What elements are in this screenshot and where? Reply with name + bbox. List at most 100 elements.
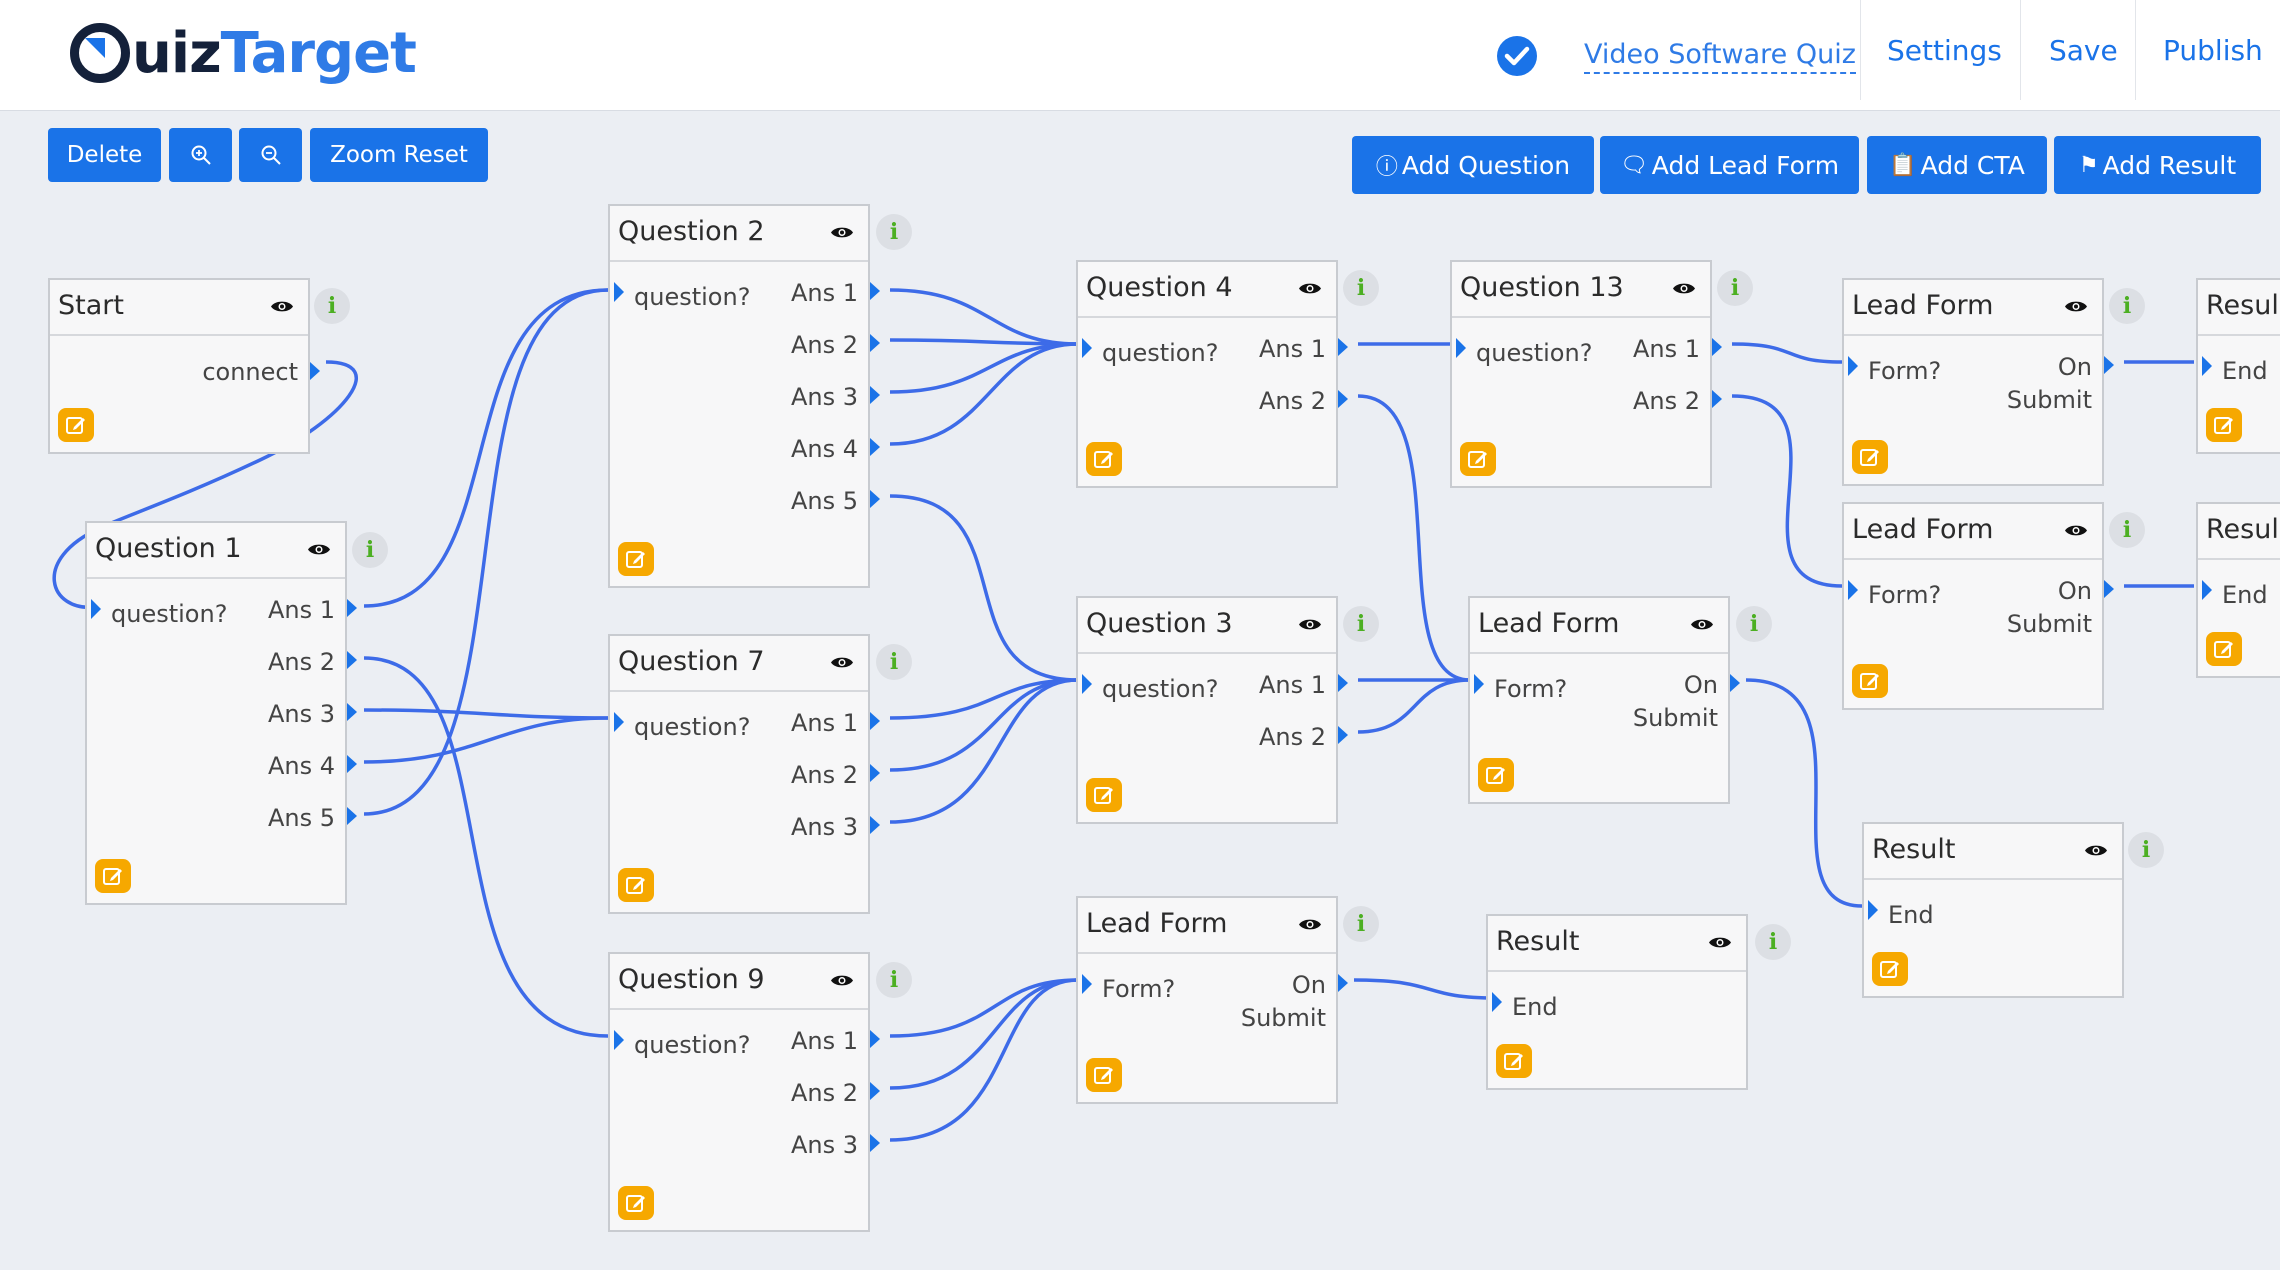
input-port[interactable]: [614, 282, 624, 302]
result-node-partial[interactable]: Resul End: [2196, 502, 2280, 678]
output-port[interactable]: [1338, 338, 1348, 356]
delete-button[interactable]: Delete: [48, 128, 161, 182]
eye-icon[interactable]: [1298, 917, 1322, 932]
eye-icon[interactable]: [2064, 299, 2088, 314]
output-port[interactable]: [870, 764, 880, 782]
add-result-button[interactable]: ⚑ Add Result: [2054, 136, 2261, 194]
zoom-out-button[interactable]: [239, 128, 302, 182]
lead-form-node[interactable]: Lead Form Form? On Submit: [1076, 896, 1348, 1104]
add-lead-form-button[interactable]: 🗨 Add Lead Form: [1600, 136, 1859, 194]
input-port[interactable]: [1868, 900, 1878, 920]
info-icon[interactable]: i: [876, 214, 912, 250]
start-node[interactable]: Start connect: [48, 278, 320, 454]
add-cta-button[interactable]: 📋 Add CTA: [1867, 136, 2047, 194]
question-3-node[interactable]: Question 3 question? Ans 1 Ans 2: [1076, 596, 1348, 824]
publish-link[interactable]: Publish: [2163, 34, 2263, 67]
edit-icon[interactable]: [618, 1186, 654, 1220]
output-port[interactable]: [870, 816, 880, 834]
eye-icon[interactable]: [1298, 281, 1322, 296]
output-port[interactable]: [870, 386, 880, 404]
eye-icon[interactable]: [307, 542, 331, 557]
info-icon[interactable]: i: [352, 532, 388, 568]
question-7-node[interactable]: Question 7 question? Ans 1 Ans 2 Ans 3: [608, 634, 880, 914]
output-port[interactable]: [347, 599, 357, 617]
edit-icon[interactable]: [95, 859, 131, 893]
input-port[interactable]: [91, 599, 101, 619]
input-port[interactable]: [1082, 974, 1092, 994]
eye-icon[interactable]: [830, 225, 854, 240]
edit-icon[interactable]: [1478, 758, 1514, 792]
eye-icon[interactable]: [830, 655, 854, 670]
edit-icon[interactable]: [58, 408, 94, 442]
edit-icon[interactable]: [618, 868, 654, 902]
question-4-node[interactable]: Question 4 question? Ans 1 Ans 2: [1076, 260, 1348, 488]
info-icon[interactable]: i: [1755, 924, 1791, 960]
info-icon[interactable]: i: [1343, 906, 1379, 942]
add-question-button[interactable]: ⓘ Add Question: [1352, 136, 1594, 194]
edit-icon[interactable]: [1496, 1044, 1532, 1078]
question-2-node[interactable]: Question 2 question? Ans 1 Ans 2 Ans 3 A…: [608, 204, 880, 588]
output-port[interactable]: [1712, 338, 1722, 356]
quiz-name-link[interactable]: Video Software Quiz: [1584, 38, 1856, 74]
question-1-node[interactable]: Question 1 question? Ans 1 Ans 2 Ans 3 A…: [85, 521, 357, 905]
info-icon[interactable]: i: [876, 644, 912, 680]
edit-icon[interactable]: [1852, 440, 1888, 474]
eye-icon[interactable]: [1690, 617, 1714, 632]
eye-icon[interactable]: [1298, 617, 1322, 632]
info-icon[interactable]: i: [876, 962, 912, 998]
output-port[interactable]: [870, 712, 880, 730]
input-port[interactable]: [2202, 580, 2212, 600]
input-port[interactable]: [1456, 338, 1466, 358]
edit-icon[interactable]: [1872, 952, 1908, 986]
eye-icon[interactable]: [2084, 843, 2108, 858]
eye-icon[interactable]: [270, 299, 294, 314]
eye-icon[interactable]: [1708, 935, 1732, 950]
info-icon[interactable]: i: [1717, 270, 1753, 306]
settings-link[interactable]: Settings: [1887, 34, 2002, 67]
quiztarget-logo[interactable]: uiz Target: [70, 18, 417, 88]
input-port[interactable]: [1848, 580, 1858, 600]
edit-icon[interactable]: [1460, 442, 1496, 476]
info-icon[interactable]: i: [1343, 606, 1379, 642]
output-port[interactable]: [2104, 356, 2114, 374]
edit-icon[interactable]: [1086, 778, 1122, 812]
output-port[interactable]: [870, 1134, 880, 1152]
question-9-node[interactable]: Question 9 question? Ans 1 Ans 2 Ans 3: [608, 952, 880, 1232]
output-port[interactable]: [2104, 580, 2114, 598]
output-port[interactable]: [347, 755, 357, 773]
info-icon[interactable]: i: [1343, 270, 1379, 306]
zoom-in-button[interactable]: [169, 128, 232, 182]
result-node[interactable]: Result End: [1486, 914, 1748, 1090]
input-port[interactable]: [614, 712, 624, 732]
lead-form-node[interactable]: Lead Form Form? On Submit: [1468, 596, 1740, 804]
input-port[interactable]: [1474, 674, 1484, 694]
result-node[interactable]: Result End: [1862, 822, 2124, 998]
info-icon[interactable]: i: [1736, 606, 1772, 642]
input-port[interactable]: [1848, 356, 1858, 376]
output-port[interactable]: [310, 362, 320, 380]
eye-icon[interactable]: [1672, 281, 1696, 296]
output-port[interactable]: [870, 334, 880, 352]
output-port[interactable]: [1730, 674, 1740, 692]
output-port[interactable]: [1338, 974, 1348, 992]
output-port[interactable]: [1338, 726, 1348, 744]
output-port[interactable]: [347, 703, 357, 721]
edit-icon[interactable]: [1086, 1058, 1122, 1092]
output-port[interactable]: [870, 282, 880, 300]
output-port[interactable]: [870, 438, 880, 456]
edit-icon[interactable]: [2206, 408, 2242, 442]
output-port[interactable]: [870, 1030, 880, 1048]
eye-icon[interactable]: [830, 973, 854, 988]
output-port[interactable]: [870, 1082, 880, 1100]
result-node-partial[interactable]: Resul End: [2196, 278, 2280, 454]
lead-form-node[interactable]: Lead Form Form? On Submit: [1842, 502, 2114, 710]
input-port[interactable]: [1082, 674, 1092, 694]
output-port[interactable]: [347, 651, 357, 669]
save-link[interactable]: Save: [2049, 34, 2118, 67]
input-port[interactable]: [1082, 338, 1092, 358]
output-port[interactable]: [1338, 390, 1348, 408]
input-port[interactable]: [2202, 356, 2212, 376]
output-port[interactable]: [1712, 390, 1722, 408]
input-port[interactable]: [614, 1030, 624, 1050]
edit-icon[interactable]: [2206, 632, 2242, 666]
